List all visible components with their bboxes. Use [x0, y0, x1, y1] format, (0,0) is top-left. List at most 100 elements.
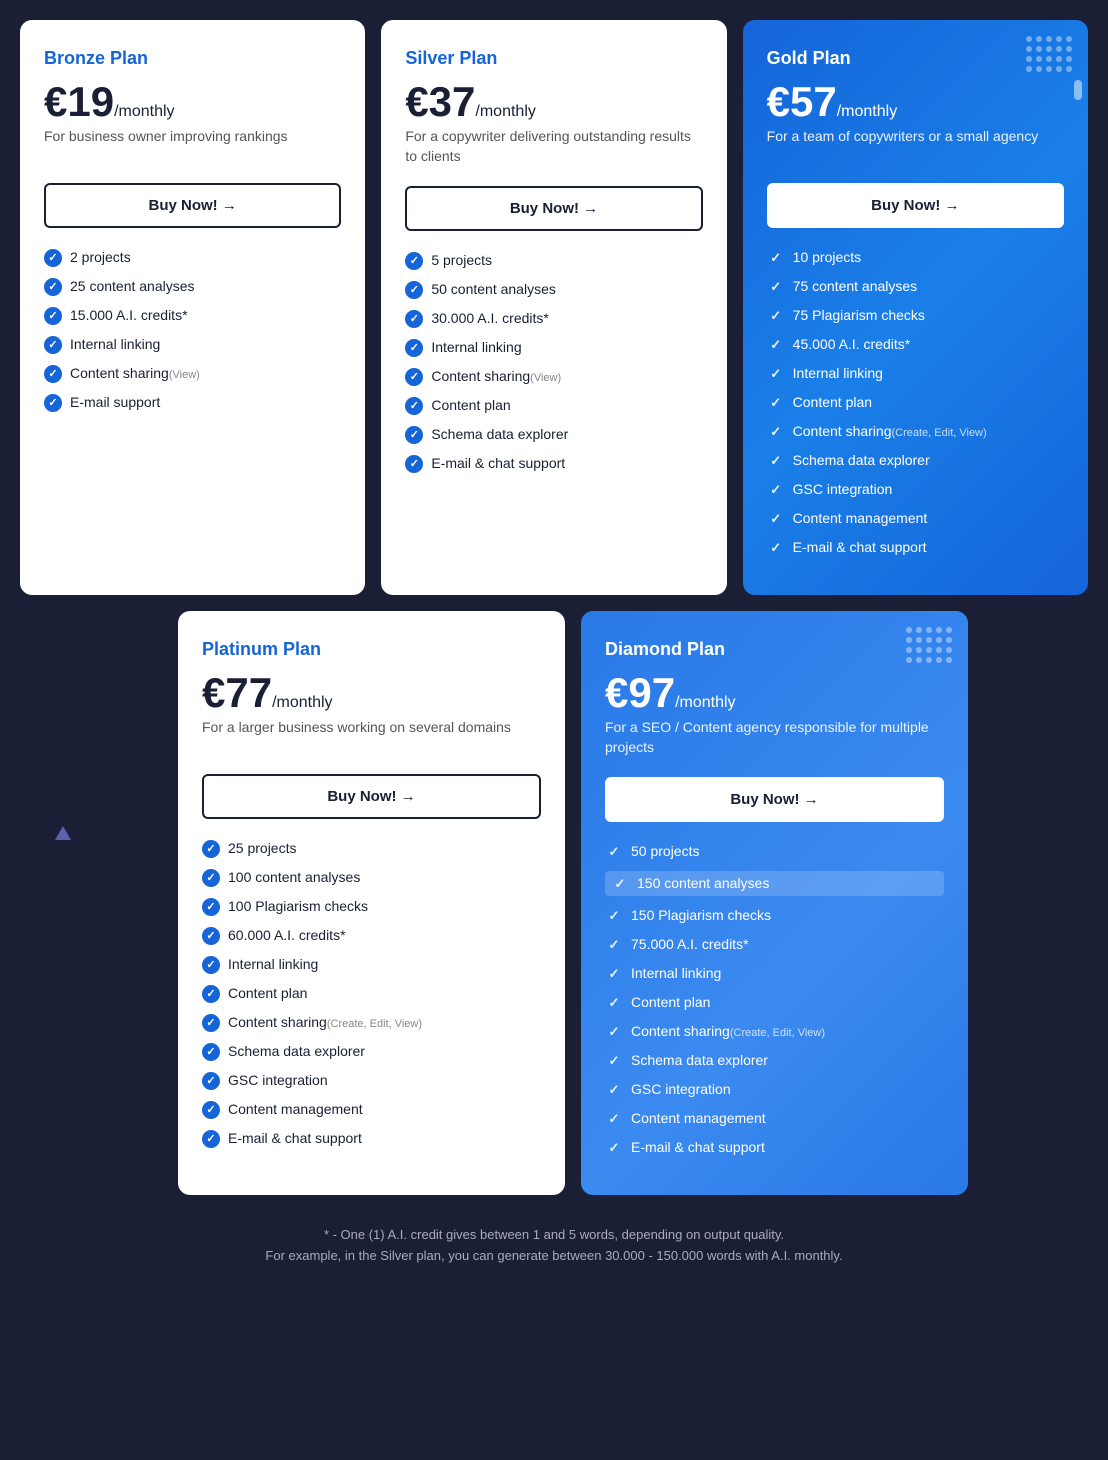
- list-item: Content management: [605, 1109, 944, 1128]
- check-icon: [605, 843, 623, 861]
- bronze-plan-card: Bronze Plan €19/monthly For business own…: [20, 20, 365, 595]
- list-item: 30.000 A.I. credits*: [405, 309, 702, 328]
- list-item: Internal linking: [767, 364, 1064, 383]
- check-icon: [405, 281, 423, 299]
- list-item: 50 content analyses: [405, 280, 702, 299]
- check-icon: [767, 423, 785, 441]
- list-item: 25 content analyses: [44, 277, 341, 296]
- bronze-plan-name: Bronze Plan: [44, 48, 341, 69]
- check-icon: [202, 869, 220, 887]
- list-item: GSC integration: [202, 1071, 541, 1090]
- dots-decoration: [906, 627, 952, 663]
- list-item: E-mail & chat support: [405, 454, 702, 473]
- check-icon: [405, 252, 423, 270]
- platinum-buy-button[interactable]: Buy Now! →: [202, 774, 541, 819]
- footer-note-line2: For example, in the Silver plan, you can…: [20, 1246, 1088, 1267]
- list-item: 150 content analyses: [605, 871, 944, 896]
- silver-plan-card: Silver Plan €37/monthly For a copywriter…: [381, 20, 726, 595]
- silver-plan-price: €37/monthly: [405, 81, 702, 123]
- list-item: E-mail support: [44, 393, 341, 412]
- list-item: Content sharing(View): [405, 367, 702, 386]
- check-icon: [202, 1130, 220, 1148]
- platinum-feature-list: 25 projects 100 content analyses 100 Pla…: [202, 839, 541, 1148]
- list-item: 75.000 A.I. credits*: [605, 935, 944, 954]
- list-item: Schema data explorer: [605, 1051, 944, 1070]
- list-item: 5 projects: [405, 251, 702, 270]
- platinum-plan-name: Platinum Plan: [202, 639, 541, 660]
- check-icon: [605, 1081, 623, 1099]
- platinum-plan-card: Platinum Plan €77/monthly For a larger b…: [178, 611, 565, 1195]
- list-item: 2 projects: [44, 248, 341, 267]
- silver-feature-list: 5 projects 50 content analyses 30.000 A.…: [405, 251, 702, 473]
- bronze-buy-button[interactable]: Buy Now! →: [44, 183, 341, 228]
- list-item: Schema data explorer: [405, 425, 702, 444]
- check-icon: [767, 249, 785, 267]
- check-icon: [605, 936, 623, 954]
- list-item: 100 content analyses: [202, 868, 541, 887]
- bronze-plan-description: For business owner improving rankings: [44, 127, 341, 163]
- check-icon: [44, 394, 62, 412]
- list-item: Schema data explorer: [202, 1042, 541, 1061]
- list-item: Content management: [202, 1100, 541, 1119]
- check-icon: [605, 1139, 623, 1157]
- check-icon: [44, 365, 62, 383]
- list-item: Content plan: [202, 984, 541, 1003]
- check-icon: [202, 898, 220, 916]
- check-icon: [44, 307, 62, 325]
- list-item: Internal linking: [202, 955, 541, 974]
- list-item: 15.000 A.I. credits*: [44, 306, 341, 325]
- check-icon: [767, 336, 785, 354]
- list-item: Content management: [767, 509, 1064, 528]
- list-item: Internal linking: [405, 338, 702, 357]
- check-icon: [767, 278, 785, 296]
- list-item: Content plan: [405, 396, 702, 415]
- footer-note-line1: * - One (1) A.I. credit gives between 1 …: [20, 1225, 1088, 1246]
- check-icon: [767, 365, 785, 383]
- check-icon: [605, 1110, 623, 1128]
- check-icon: [767, 481, 785, 499]
- list-item: Content sharing(Create, Edit, View): [767, 422, 1064, 441]
- scrollbar[interactable]: [1074, 80, 1082, 100]
- list-item: Internal linking: [605, 964, 944, 983]
- check-icon: [202, 927, 220, 945]
- list-item: Schema data explorer: [767, 451, 1064, 470]
- silver-buy-button[interactable]: Buy Now! →: [405, 186, 702, 231]
- diamond-plan-description: For a SEO / Content agency responsible f…: [605, 718, 944, 757]
- list-item: 75 Plagiarism checks: [767, 306, 1064, 325]
- list-item: Content plan: [605, 993, 944, 1012]
- check-icon: [44, 336, 62, 354]
- check-icon: [405, 397, 423, 415]
- check-icon: [605, 965, 623, 983]
- diamond-plan-price: €97/monthly: [605, 672, 944, 714]
- gold-plan-price: €57/monthly: [767, 81, 1064, 123]
- list-item: Content plan: [767, 393, 1064, 412]
- check-icon: [202, 1101, 220, 1119]
- check-icon: [202, 985, 220, 1003]
- check-icon: [405, 339, 423, 357]
- list-item: 45.000 A.I. credits*: [767, 335, 1064, 354]
- top-plans-grid: Bronze Plan €19/monthly For business own…: [20, 20, 1088, 595]
- check-icon: [44, 278, 62, 296]
- list-item: E-mail & chat support: [767, 538, 1064, 557]
- check-icon: [405, 426, 423, 444]
- list-item: E-mail & chat support: [202, 1129, 541, 1148]
- check-icon: [767, 539, 785, 557]
- diamond-buy-button[interactable]: Buy Now! →: [605, 777, 944, 822]
- check-icon: [605, 994, 623, 1012]
- footer-note: * - One (1) A.I. credit gives between 1 …: [20, 1225, 1088, 1267]
- gold-buy-button[interactable]: Buy Now! →: [767, 183, 1064, 228]
- check-icon: [202, 956, 220, 974]
- bottom-plans-grid: Platinum Plan €77/monthly For a larger b…: [178, 611, 968, 1195]
- dots-decoration: [1026, 36, 1072, 72]
- check-icon: [605, 1052, 623, 1070]
- gold-plan-card: Gold Plan €57/monthly For a team of copy…: [743, 20, 1088, 595]
- check-icon: [405, 455, 423, 473]
- diamond-plan-card: Diamond Plan €97/monthly For a SEO / Con…: [581, 611, 968, 1195]
- gold-plan-name: Gold Plan: [767, 48, 1064, 69]
- check-icon: [767, 394, 785, 412]
- platinum-plan-description: For a larger business working on several…: [202, 718, 541, 754]
- gold-feature-list: 10 projects 75 content analyses 75 Plagi…: [767, 248, 1064, 557]
- list-item: GSC integration: [767, 480, 1064, 499]
- diamond-feature-list: 50 projects 150 content analyses 150 Pla…: [605, 842, 944, 1157]
- list-item: 60.000 A.I. credits*: [202, 926, 541, 945]
